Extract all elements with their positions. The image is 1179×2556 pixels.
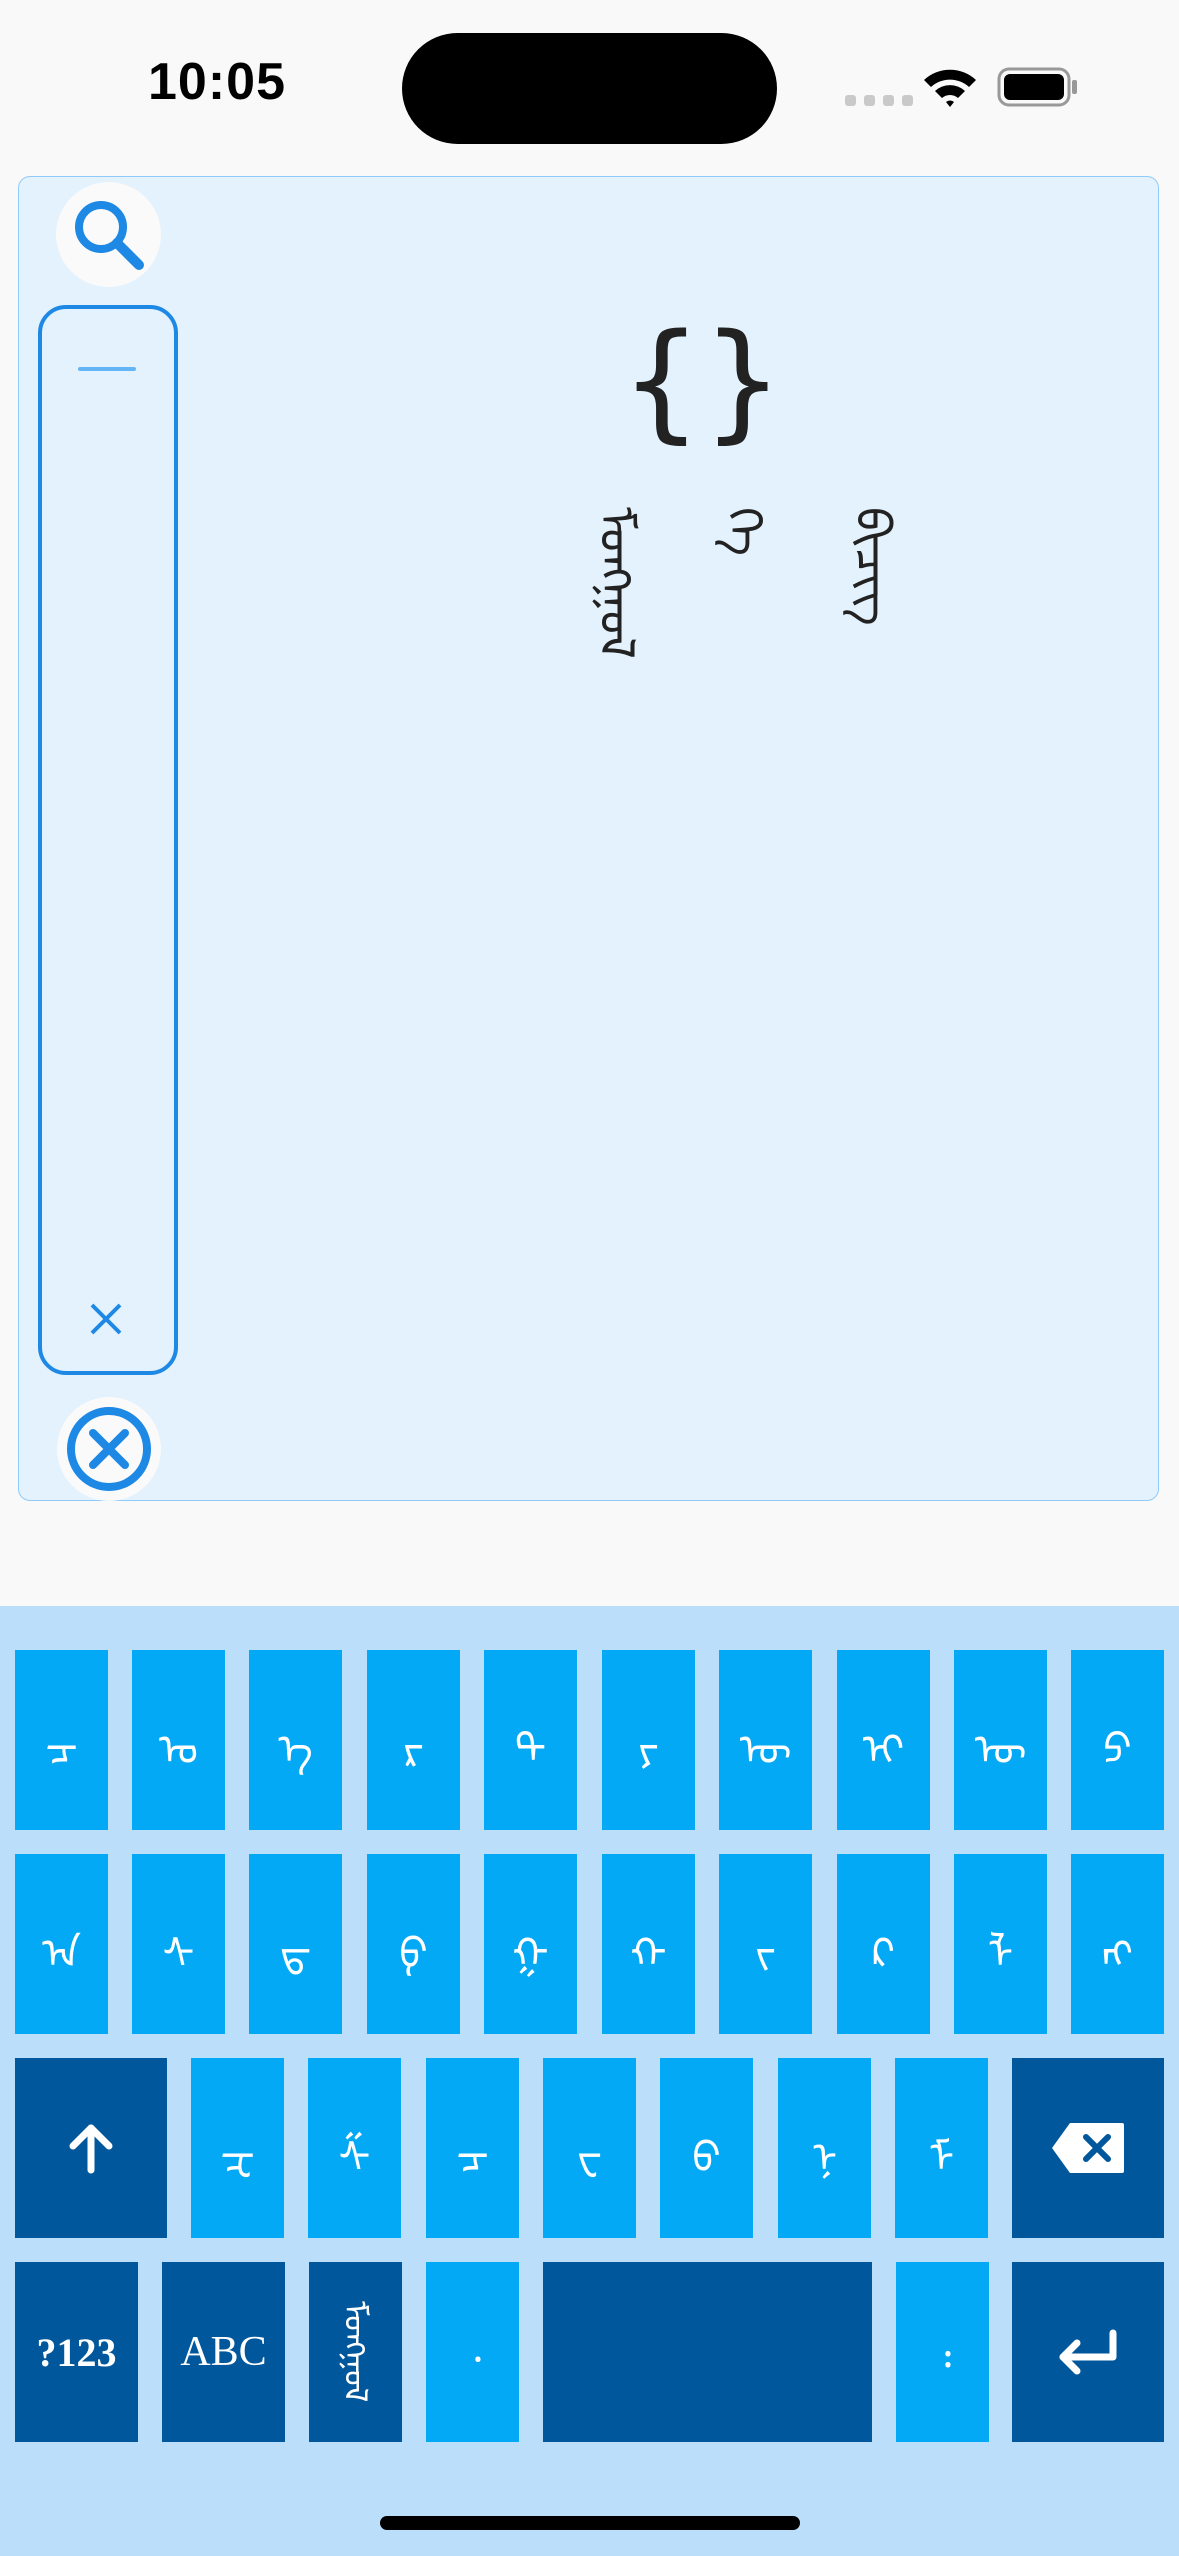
- key[interactable]: ᠸ: [543, 2058, 636, 2238]
- key[interactable]: ᠽ: [191, 2058, 284, 2238]
- key[interactable]: ᠫ: [1071, 1650, 1164, 1830]
- close-circle-icon: [67, 1407, 151, 1491]
- mongolian-text-editor[interactable]: {} ᠮᠣᠩᠭᠣᠯ ᠬᠡ ᠪᠢᠴᠢᠭ: [18, 176, 1159, 1501]
- key[interactable]: ᠯ: [954, 1854, 1047, 2034]
- search-icon: [74, 200, 144, 270]
- close-button[interactable]: [57, 1397, 161, 1501]
- status-time: 10:05: [148, 53, 286, 111]
- shift-arrow-icon: [69, 2124, 113, 2174]
- shift-key[interactable]: [15, 2058, 167, 2238]
- status-bar: 10:05: [0, 0, 1179, 170]
- backspace-icon: [1052, 2123, 1124, 2173]
- wifi-icon: [924, 69, 976, 107]
- mongolian-word: ᠬᠡ: [716, 507, 772, 557]
- cellular-signal-icon: [845, 95, 913, 106]
- space-key[interactable]: [543, 2262, 872, 2442]
- key[interactable]: ᠨ: [778, 2058, 871, 2238]
- key[interactable]: ᠦ: [719, 1650, 812, 1830]
- home-indicator[interactable]: [380, 2516, 800, 2530]
- mongolian-text: ᠮᠣᠩᠭᠣᠯ ᠬᠡ ᠪᠢᠴᠢᠭ: [574, 507, 914, 659]
- mongolian-word: ᠪᠢᠴᠢᠭ: [844, 507, 900, 626]
- braces-text: {}: [620, 307, 784, 456]
- key[interactable]: ᠷ: [367, 1650, 460, 1830]
- dynamic-island: [402, 33, 777, 144]
- colon-key[interactable]: ᠄: [896, 2262, 989, 2442]
- key[interactable]: ᠺ: [837, 1854, 930, 2034]
- key[interactable]: ᠲ: [484, 1650, 577, 1830]
- scroll-thumb[interactable]: [78, 367, 136, 371]
- key[interactable]: ᠥ: [954, 1650, 1047, 1830]
- mongolian-layout-label: ᠮᠣᠩᠭᠣᠯ: [336, 2301, 375, 2403]
- key[interactable]: ᠮ: [895, 2058, 988, 2238]
- mongolian-layout-key[interactable]: ᠮᠣᠩᠭᠣᠯ: [309, 2262, 402, 2442]
- key[interactable]: ᠴ: [426, 2058, 519, 2238]
- return-icon: [1059, 2329, 1117, 2375]
- numbers-key[interactable]: ?123: [15, 2262, 138, 2442]
- key[interactable]: ᠠ: [15, 1854, 108, 2034]
- key[interactable]: ᠡ: [249, 1650, 342, 1830]
- clear-small-icon[interactable]: [86, 1299, 126, 1339]
- battery-icon: [997, 67, 1077, 107]
- mongolian-word: ᠮᠣᠩᠭᠣᠯ: [588, 507, 644, 659]
- abc-key[interactable]: ABC: [162, 2262, 285, 2442]
- key[interactable]: ᠳ: [249, 1854, 342, 2034]
- key[interactable]: ᠭ: [484, 1854, 577, 2034]
- key[interactable]: ᠪ: [660, 2058, 753, 2238]
- key[interactable]: ᠣ: [132, 1650, 225, 1830]
- key[interactable]: ᠢ: [837, 1650, 930, 1830]
- key[interactable]: ᠰ: [132, 1854, 225, 2034]
- comma-key[interactable]: ᠂: [426, 2262, 519, 2442]
- key[interactable]: ᠴ: [15, 1650, 108, 1830]
- vertical-scroll-control[interactable]: [38, 305, 178, 1375]
- return-key[interactable]: [1012, 2262, 1164, 2442]
- mongolian-keyboard: ᠴ ᠣ ᠡ ᠷ ᠲ ᠶ ᠦ ᠢ ᠥ ᠫ ᠠ ᠰ ᠳ ᠹ ᠭ ᠬ ᠵ ᠺ ᠯ ᠩ …: [0, 1606, 1179, 2556]
- key[interactable]: ᠬ: [602, 1854, 695, 2034]
- key[interactable]: ᠱ: [308, 2058, 401, 2238]
- search-button[interactable]: [56, 182, 161, 287]
- key[interactable]: ᠵ: [719, 1854, 812, 2034]
- key[interactable]: ᠹ: [367, 1854, 460, 2034]
- key[interactable]: ᠶ: [602, 1650, 695, 1830]
- key[interactable]: ᠩ: [1071, 1854, 1164, 2034]
- backspace-key[interactable]: [1012, 2058, 1164, 2238]
